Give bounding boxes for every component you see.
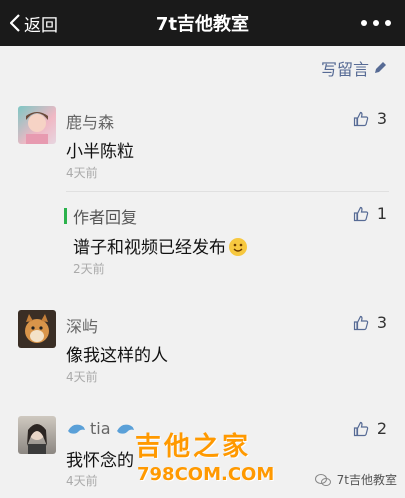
pencil-icon [375, 62, 386, 73]
comment-text: 像我这样的人 [66, 346, 168, 366]
comment-text: 小半陈粒 [66, 142, 134, 162]
reply-time: 2天前 [73, 262, 105, 276]
comment-author: 鹿与森 [66, 113, 115, 132]
watermark-url: 798COM.COM [137, 464, 275, 485]
comment-author-name: tia [90, 419, 111, 438]
thumbs-up-icon [353, 315, 369, 330]
like-button[interactable]: 2 [353, 419, 387, 438]
avatar[interactable] [18, 310, 56, 348]
like-count: 1 [376, 204, 387, 223]
reply-text: 谱子和视频已经发布 [73, 233, 247, 258]
reply-divider [66, 191, 389, 192]
like-count: 3 [376, 313, 387, 332]
thumbs-up-icon [353, 111, 369, 126]
reply-text-content: 谱子和视频已经发布 [73, 238, 226, 258]
comment-time: 4天前 [66, 370, 98, 384]
dot-icon [361, 20, 367, 26]
top-bar: 返回 7t吉他教室 [0, 0, 405, 46]
watermark-title: 吉他之家 [135, 432, 252, 462]
write-comment-label: 写留言 [320, 60, 369, 79]
dot-icon [385, 20, 391, 26]
avatar-image [25, 314, 49, 343]
smile-emoji-icon [229, 238, 247, 256]
author-reply-marker [64, 208, 67, 224]
comment-text: 我怀念的 [66, 451, 134, 471]
thumbs-up-icon [353, 421, 369, 436]
account-name: 7t吉他教室 [336, 473, 397, 487]
avatar-image [26, 112, 48, 144]
dot-icon [373, 20, 379, 26]
thumbs-up-icon [353, 206, 369, 221]
page-title: 7t吉他教室 [155, 14, 250, 35]
comment-time: 4天前 [66, 166, 98, 180]
avatar-image [27, 424, 47, 454]
comment-time: 4天前 [66, 474, 98, 488]
dolphin-emoji-icon [116, 424, 134, 434]
like-button[interactable]: 3 [353, 313, 387, 332]
wechat-icon [314, 473, 331, 486]
more-menu-button[interactable] [361, 14, 391, 32]
author-reply-label: 作者回复 [73, 208, 138, 227]
like-count: 3 [376, 109, 387, 128]
like-button[interactable]: 1 [353, 204, 387, 223]
site-watermark: 吉他之家 798COM.COM [135, 420, 285, 490]
like-button[interactable]: 3 [353, 109, 387, 128]
avatar[interactable] [18, 106, 56, 144]
write-comment-button[interactable]: 写留言 [321, 56, 387, 80]
avatar[interactable] [18, 416, 56, 454]
like-count: 2 [376, 419, 387, 438]
comment-author: tia [66, 419, 135, 438]
comment-author: 深屿 [66, 317, 99, 336]
account-watermark: 7t吉他教室 [314, 471, 397, 488]
dolphin-emoji-icon [68, 424, 85, 434]
